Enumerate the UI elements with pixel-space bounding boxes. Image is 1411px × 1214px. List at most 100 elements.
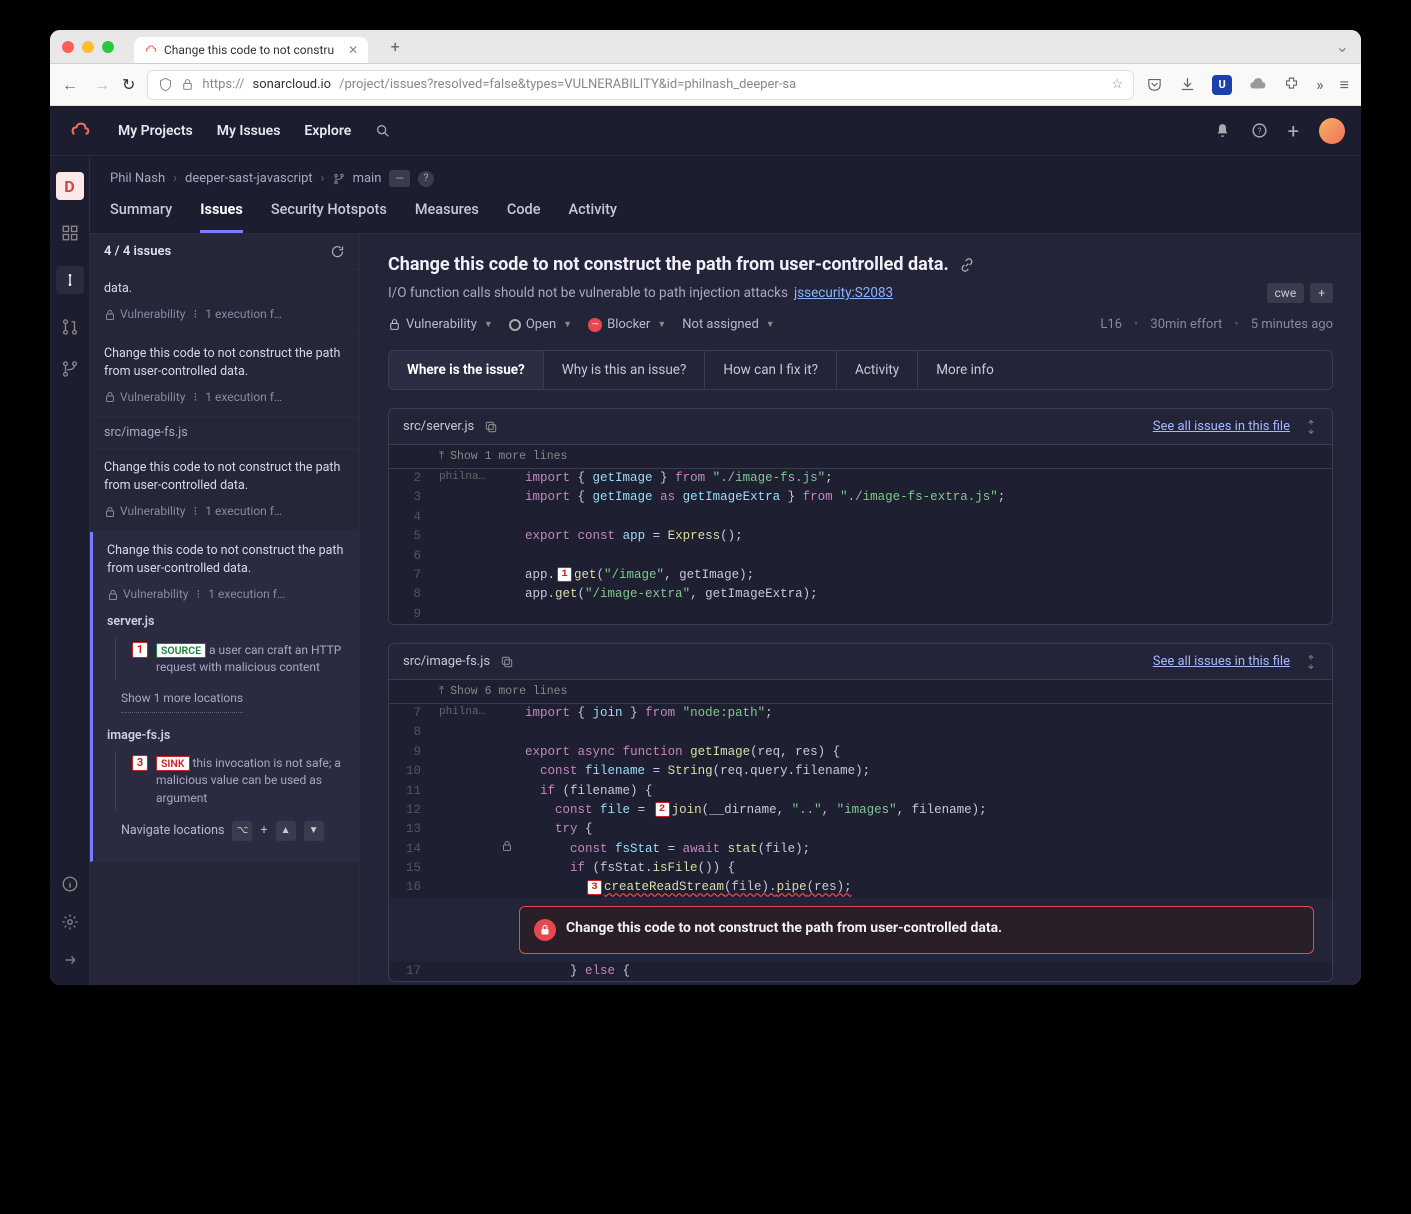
status-chip[interactable]: Open▼ xyxy=(509,317,572,332)
detail-segments: Where is the issue? Why is this an issue… xyxy=(388,350,1333,390)
issue-item[interactable]: Change this code to not construct the pa… xyxy=(90,449,359,532)
tabs-dropdown-icon[interactable]: ⌄ xyxy=(1336,37,1349,56)
back-button[interactable]: ← xyxy=(62,75,78,95)
badge-more[interactable]: + xyxy=(1310,283,1333,303)
copy-path-icon[interactable] xyxy=(500,655,514,669)
show-more-lines[interactable]: ⤒Show 1 more lines xyxy=(389,445,1332,469)
notifications-icon[interactable] xyxy=(1214,122,1231,139)
nav-explore[interactable]: Explore xyxy=(304,123,351,139)
inline-issue-box[interactable]: Change this code to not construct the pa… xyxy=(519,906,1314,954)
tab-issues[interactable]: Issues xyxy=(200,201,243,233)
refresh-icon[interactable] xyxy=(330,244,345,259)
flow-icon: ⁝ xyxy=(196,586,200,603)
tab-close-icon[interactable]: ✕ xyxy=(348,43,358,57)
navigate-locations: Navigate locations ⌥ + ▲ ▼ xyxy=(107,811,345,851)
issue-item[interactable]: Change this code to not construct the pa… xyxy=(90,335,359,418)
browser-tab[interactable]: Change this code to not constru ✕ xyxy=(134,37,368,63)
tab-security-hotspots[interactable]: Security Hotspots xyxy=(271,201,387,233)
issue-title: data. xyxy=(104,280,345,298)
effort-label: 30min effort xyxy=(1150,317,1222,332)
pocket-icon[interactable] xyxy=(1146,76,1163,93)
vuln-icon: Vulnerability xyxy=(104,503,185,520)
nav-next-button[interactable]: ▼ xyxy=(304,821,324,841)
search-icon[interactable] xyxy=(375,123,391,139)
svg-text:?: ? xyxy=(1257,126,1261,136)
step-marker[interactable]: 2 xyxy=(655,802,670,817)
seg-where[interactable]: Where is the issue? xyxy=(389,351,544,389)
seg-how[interactable]: How can I fix it? xyxy=(705,351,837,389)
extensions-icon[interactable] xyxy=(1283,76,1300,93)
breadcrumb-sep: › xyxy=(173,171,177,186)
show-more-lines[interactable]: ⤒Show 6 more lines xyxy=(389,680,1332,704)
file-header: src/image-fs.js xyxy=(90,417,359,449)
nav-label: Navigate locations xyxy=(121,822,224,840)
show-more-locations[interactable]: Show 1 more locations xyxy=(121,686,243,712)
file-path: src/image-fs.js xyxy=(403,654,490,669)
issue-item[interactable]: data. Vulnerability ⁝ 1 execution f… xyxy=(90,270,359,335)
tab-activity[interactable]: Activity xyxy=(569,201,618,233)
settings-icon[interactable] xyxy=(61,913,79,931)
severity-chip[interactable]: —Blocker▼ xyxy=(588,317,666,332)
detail-subtitle: I/O function calls should not be vulnera… xyxy=(388,285,788,301)
info-icon[interactable] xyxy=(61,875,79,893)
window-maximize[interactable] xyxy=(102,41,114,53)
step-marker[interactable]: 3 xyxy=(587,880,602,895)
reload-button[interactable]: ↻ xyxy=(122,75,135,94)
tab-measures[interactable]: Measures xyxy=(415,201,479,233)
grid-icon[interactable] xyxy=(61,224,79,242)
see-all-issues[interactable]: See all issues in this file xyxy=(1153,419,1290,434)
hamburger-icon[interactable]: ≡ xyxy=(1340,75,1349,95)
branch-help-icon[interactable]: ? xyxy=(418,171,434,187)
window-minimize[interactable] xyxy=(82,41,94,53)
issues-rail-icon[interactable] xyxy=(56,266,84,294)
cwe-badge[interactable]: cwe xyxy=(1267,283,1305,303)
see-all-issues[interactable]: See all issues in this file xyxy=(1153,654,1290,669)
nav-my-projects[interactable]: My Projects xyxy=(118,123,193,139)
seg-more[interactable]: More info xyxy=(918,351,1012,389)
seg-why[interactable]: Why is this an issue? xyxy=(544,351,706,389)
breadcrumb-branch[interactable]: main xyxy=(353,171,382,186)
seg-activity[interactable]: Activity xyxy=(837,351,918,389)
add-icon[interactable]: + xyxy=(1288,119,1299,143)
type-chip[interactable]: Vulnerability▼ xyxy=(388,317,493,332)
tab-summary[interactable]: Summary xyxy=(110,201,172,233)
breadcrumb-owner[interactable]: Phil Nash xyxy=(110,171,165,186)
expand-icon[interactable] xyxy=(1304,420,1318,434)
permalink-icon[interactable] xyxy=(959,257,975,273)
nav-prev-button[interactable]: ▲ xyxy=(276,821,296,841)
flow-step[interactable]: 1 SOURCE a user can craft an HTTP reques… xyxy=(115,638,345,681)
collapse-icon[interactable] xyxy=(61,951,79,969)
rule-link[interactable]: jssecurity:S2083 xyxy=(794,285,893,301)
bookmark-icon[interactable]: ☆ xyxy=(1112,77,1124,92)
nav-my-issues[interactable]: My Issues xyxy=(217,123,281,139)
detail-meta-row: Vulnerability▼ Open▼ —Blocker▼ Not assig… xyxy=(388,317,1333,332)
download-icon[interactable] xyxy=(1179,76,1196,93)
sink-tag: SINK xyxy=(156,756,190,771)
app-header: My Projects My Issues Explore ? + xyxy=(50,106,1361,156)
expand-icon[interactable] xyxy=(1304,655,1318,669)
pr-icon[interactable] xyxy=(61,318,79,336)
breadcrumb-sep: › xyxy=(321,171,325,186)
overflow-icon[interactable]: » xyxy=(1316,75,1324,94)
assignee-chip[interactable]: Not assigned▼ xyxy=(682,317,774,332)
breadcrumb-repo[interactable]: deeper-sast-javascript xyxy=(185,171,313,186)
help-icon[interactable]: ? xyxy=(1251,122,1268,139)
project-badge[interactable]: D xyxy=(56,172,84,200)
step-marker[interactable]: 1 xyxy=(557,567,572,582)
extension-icon[interactable]: U xyxy=(1212,75,1232,95)
url-input[interactable]: https://sonarcloud.io/project/issues?res… xyxy=(147,70,1134,100)
tab-code[interactable]: Code xyxy=(507,201,541,233)
avatar[interactable] xyxy=(1319,118,1345,144)
cloud-icon[interactable] xyxy=(1248,75,1267,94)
issue-item-selected[interactable]: Change this code to not construct the pa… xyxy=(90,532,359,862)
step-number: 3 xyxy=(132,755,148,771)
forward-button[interactable]: → xyxy=(94,75,110,95)
flow-step[interactable]: 3 SINK this invocation is not safe; a ma… xyxy=(115,751,345,811)
address-bar: ← → ↻ https://sonarcloud.io/project/issu… xyxy=(50,64,1361,106)
vuln-icon: Vulnerability xyxy=(104,389,185,406)
branch-icon[interactable] xyxy=(61,360,79,378)
window-close[interactable] xyxy=(62,41,74,53)
app-logo-icon[interactable] xyxy=(66,117,94,145)
copy-path-icon[interactable] xyxy=(484,420,498,434)
new-tab-button[interactable]: + xyxy=(384,36,406,58)
